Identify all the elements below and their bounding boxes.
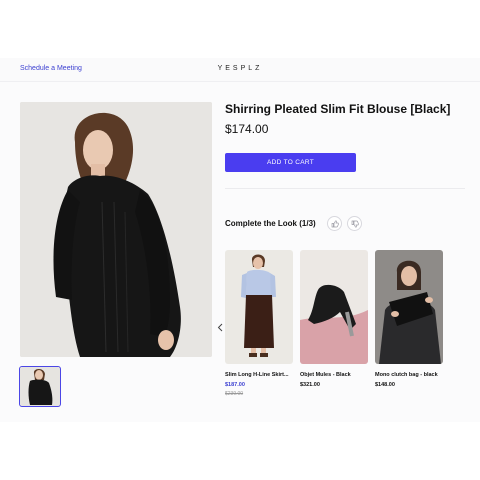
look-item-image[interactable] [300,250,368,364]
page: Schedule a Meeting YESPLZ Shirring Pleat… [0,0,480,480]
thumbs-down-button[interactable] [347,216,362,231]
mules-illustration [300,250,368,364]
product-thumbnail[interactable] [19,366,61,407]
model-blouse-illustration [20,102,212,357]
thumbnail-illustration [20,367,59,405]
look-item-name[interactable]: Mono clutch bag - black [375,372,443,378]
product-title: Shirring Pleated Slim Fit Blouse [Black] [225,102,451,116]
brand-logo: YESPLZ [217,65,263,72]
look-item-name[interactable]: Objet Mules - Black [300,372,368,378]
look-item-original-price: $239.00 [225,391,244,397]
product-main-image [20,102,212,357]
header: Schedule a Meeting YESPLZ [0,58,480,82]
look-item-price: $148.00 [375,382,395,388]
look-item-price: $321.00 [300,382,320,388]
chevron-left-icon [217,323,223,331]
look-item-name[interactable]: Slim Long H-Line Skirt... [225,372,293,378]
look-item-card[interactable]: Slim Long H-Line Skirt... $187.00 $239.0… [225,250,293,397]
look-item-image[interactable] [225,250,293,364]
look-item-image[interactable] [375,250,443,364]
divider [225,188,465,189]
look-item-card[interactable]: Mono clutch bag - black $148.00 [375,250,443,388]
look-item-card[interactable]: Objet Mules - Black $321.00 [300,250,368,388]
carousel-prev-button[interactable] [215,321,225,333]
thumbs-up-icon [331,219,339,227]
clutch-model-illustration [375,250,443,364]
thumbs-down-icon [351,220,359,228]
complete-the-look-title: Complete the Look (1/3) [225,219,316,228]
thumbs-up-button[interactable] [327,216,342,231]
product-price: $174.00 [225,122,269,136]
add-to-cart-button[interactable]: ADD TO CART [225,153,356,172]
skirt-model-illustration [225,250,293,364]
look-item-price: $187.00 [225,382,245,388]
